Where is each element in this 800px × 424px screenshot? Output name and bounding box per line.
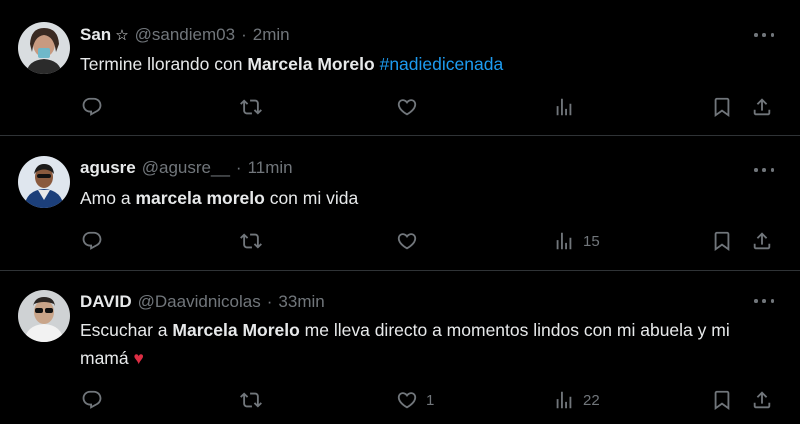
timeline-feed: San ☆ @sandiem03 · 2min Termine llorando… [0, 0, 800, 424]
avatar[interactable] [18, 156, 70, 208]
reply-button[interactable] [81, 388, 111, 412]
separator-dot: · [235, 158, 242, 177]
views-button[interactable] [553, 95, 583, 119]
author-name[interactable]: San [80, 25, 111, 45]
bookmark-icon [711, 96, 733, 118]
views-button[interactable]: 22 [553, 388, 600, 412]
highlighted-term: Marcela Morelo [172, 320, 300, 340]
share-icon [751, 96, 773, 118]
separator-dot: · [266, 292, 273, 311]
views-count: 22 [583, 391, 600, 409]
views-count: 15 [583, 232, 600, 250]
text-segment: Amo a [80, 188, 136, 208]
like-button[interactable] [396, 95, 426, 119]
reply-icon [81, 230, 103, 252]
tweet-text: Amo a marcela morelo con mi vida [80, 184, 760, 212]
views-icon [553, 389, 575, 411]
author-name[interactable]: agusre [80, 158, 136, 178]
tweet[interactable]: DAVID @Daavidnicolas · 33min Escuchar a … [0, 271, 800, 424]
reply-button[interactable] [81, 229, 111, 253]
retweet-button[interactable] [240, 388, 270, 412]
like-icon [396, 230, 418, 252]
tweet[interactable]: San ☆ @sandiem03 · 2min Termine llorando… [0, 0, 800, 136]
more-icon[interactable] [754, 25, 774, 45]
tweet-header: agusre @agusre__ · 11min [80, 158, 293, 178]
like-button[interactable] [396, 229, 426, 253]
star-badge: ☆ [115, 27, 129, 44]
share-button[interactable] [751, 388, 773, 412]
retweet-button[interactable] [240, 229, 270, 253]
avatar[interactable] [18, 290, 70, 342]
tweet[interactable]: agusre @agusre__ · 11min Amo a marcela m… [0, 136, 800, 271]
like-icon [396, 96, 418, 118]
bookmark-button[interactable] [711, 95, 733, 119]
share-icon [751, 389, 773, 411]
timestamp[interactable]: 33min [278, 292, 324, 312]
share-icon [751, 230, 773, 252]
retweet-button[interactable] [240, 95, 270, 119]
more-icon[interactable] [754, 291, 774, 311]
reply-icon [81, 389, 103, 411]
like-icon [396, 389, 418, 411]
author-handle[interactable]: @Daavidnicolas [138, 292, 261, 312]
text-segment: Escuchar a [80, 320, 173, 340]
author-handle[interactable]: @agusre__ [142, 158, 230, 178]
like-button[interactable]: 1 [396, 388, 434, 412]
action-bar [0, 95, 800, 119]
avatar[interactable] [18, 22, 70, 74]
tweet-header: DAVID @Daavidnicolas · 33min [80, 292, 325, 312]
views-icon [553, 96, 575, 118]
tweet-header: San ☆ @sandiem03 · 2min [80, 25, 290, 45]
bookmark-button[interactable] [711, 388, 733, 412]
separator-dot: · [241, 25, 247, 44]
reply-button[interactable] [81, 95, 111, 119]
heart-emoji-icon: ♥ [133, 348, 144, 368]
bookmark-icon [711, 230, 733, 252]
share-button[interactable] [751, 95, 773, 119]
text-segment: con mi vida [264, 188, 359, 208]
bookmark-button[interactable] [711, 229, 733, 253]
reply-icon [81, 96, 103, 118]
tweet-text: Escuchar a Marcela Morelo me lleva direc… [80, 316, 760, 372]
views-button[interactable]: 15 [553, 229, 600, 253]
like-count: 1 [426, 391, 435, 409]
action-bar: 15 [0, 229, 800, 253]
action-bar: 1 22 [0, 388, 800, 412]
highlighted-term: Marcela Morelo [247, 54, 375, 74]
tweet-text: Termine llorando con Marcela Morelo #nad… [80, 50, 760, 78]
timestamp[interactable]: 2min [253, 25, 290, 45]
bookmark-icon [711, 389, 733, 411]
share-button[interactable] [751, 229, 773, 253]
author-name[interactable]: DAVID [80, 292, 132, 312]
retweet-icon [240, 230, 262, 252]
highlighted-term: marcela morelo [135, 188, 265, 208]
retweet-icon [240, 389, 262, 411]
retweet-icon [240, 96, 262, 118]
more-icon[interactable] [754, 160, 774, 180]
views-icon [553, 230, 575, 252]
text-segment: Termine llorando con [80, 54, 248, 74]
hashtag-link[interactable]: #nadiedicenada [380, 54, 504, 74]
author-handle[interactable]: @sandiem03 [135, 25, 235, 45]
timestamp[interactable]: 11min [248, 158, 293, 178]
